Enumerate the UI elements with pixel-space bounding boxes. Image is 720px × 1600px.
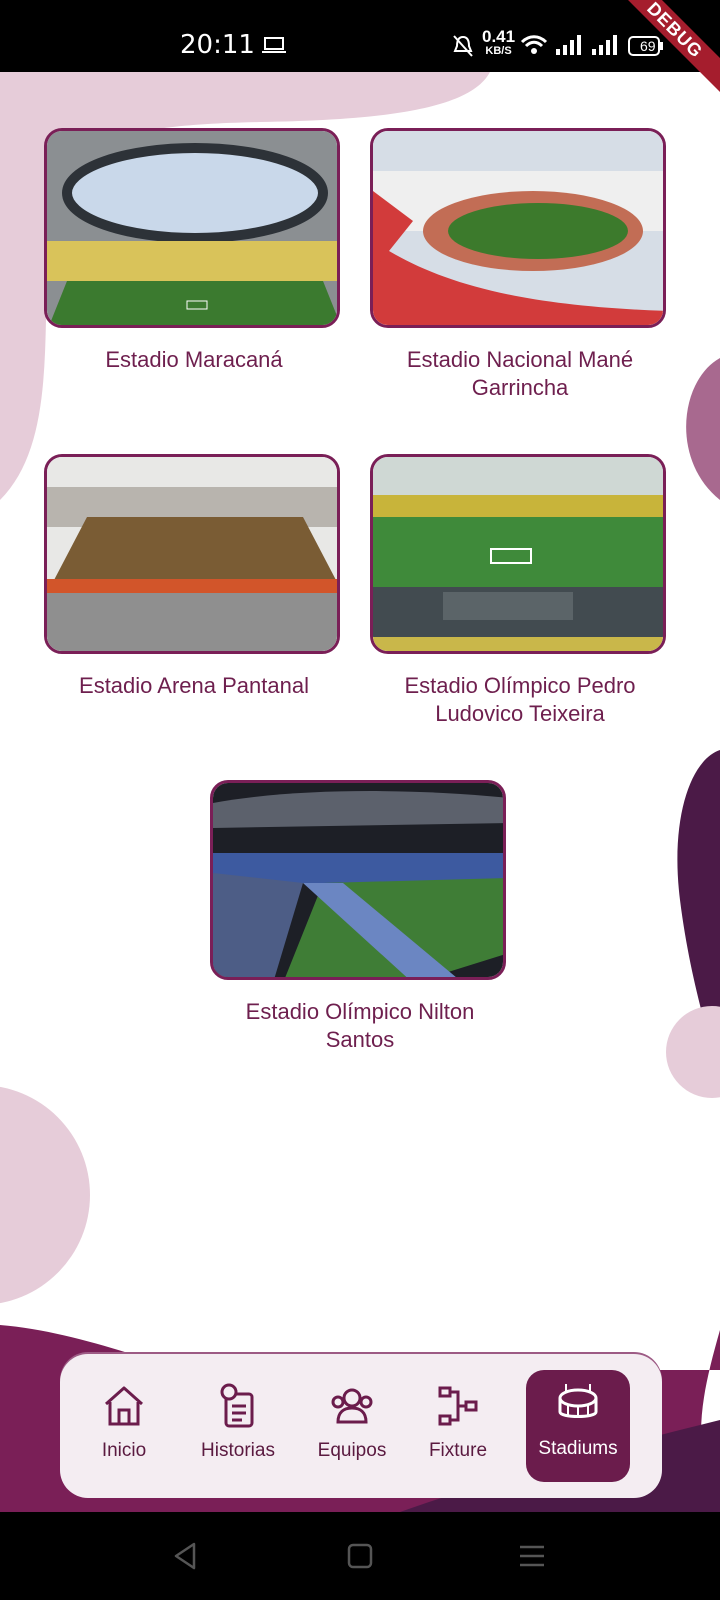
mute-bell-icon xyxy=(453,35,473,57)
home-button-icon[interactable] xyxy=(346,1542,374,1570)
stadium-card[interactable]: Estadio Maracaná xyxy=(44,128,344,374)
stadium-photo[interactable] xyxy=(370,128,666,328)
wifi-icon xyxy=(520,35,548,54)
bottom-nav: Inicio Historias Equipos Fixture Stadium… xyxy=(60,1354,662,1498)
status-time: 20:11 xyxy=(180,30,255,60)
nav-label: Inicio xyxy=(101,1440,147,1461)
stadium-icon xyxy=(558,1384,598,1418)
stadium-name: Estadio Nacional Mané Garrincha xyxy=(406,347,634,400)
nav-label: Historias xyxy=(201,1440,275,1461)
signal-icon xyxy=(556,35,581,55)
nav-label: Equipos xyxy=(317,1440,387,1461)
stadium-photo[interactable] xyxy=(210,780,506,980)
net-speed: 0.41 KB/S xyxy=(482,27,516,58)
stadium-card[interactable]: Estadio Arena Pantanal xyxy=(44,454,344,700)
bracket-icon xyxy=(438,1386,478,1426)
stadium-card[interactable]: Estadio Nacional Mané Garrincha xyxy=(370,128,670,402)
stadium-photo[interactable] xyxy=(370,454,666,654)
stadium-name: Estadio Arena Pantanal xyxy=(79,673,309,698)
nav-item-inicio[interactable]: Inicio xyxy=(72,1372,176,1480)
history-icon xyxy=(220,1383,254,1428)
stadium-name: Estadio Olímpico Pedro Ludovico Teixeira xyxy=(404,673,636,726)
stadium-photo[interactable] xyxy=(44,454,340,654)
nav-item-historias[interactable]: Historias xyxy=(186,1372,290,1480)
nav-item-equipos[interactable]: Equipos xyxy=(300,1372,404,1480)
stadium-photo[interactable] xyxy=(44,128,340,328)
stadium-card[interactable]: Estadio Olímpico Nilton Santos xyxy=(210,780,510,1054)
system-nav-bar xyxy=(0,1512,720,1600)
net-speed-unit: KB/S xyxy=(485,45,512,57)
signal-2-icon xyxy=(592,35,617,55)
nav-item-fixture[interactable]: Fixture xyxy=(406,1372,510,1480)
battery-level: 69 xyxy=(640,38,656,54)
net-speed-value: 0.41 xyxy=(482,27,516,46)
stadium-name: Estadio Olímpico Nilton Santos xyxy=(245,999,475,1052)
laptop-icon xyxy=(262,37,286,53)
nav-item-stadiums[interactable]: Stadiums xyxy=(526,1370,630,1482)
stadium-card[interactable]: Estadio Olímpico Pedro Ludovico Teixeira xyxy=(370,454,670,728)
stadium-name: Estadio Maracaná xyxy=(105,347,283,372)
teams-icon xyxy=(331,1388,373,1424)
nav-label: Stadiums xyxy=(538,1438,618,1459)
back-icon[interactable] xyxy=(172,1542,200,1570)
recents-icon[interactable] xyxy=(518,1542,546,1570)
nav-label: Fixture xyxy=(428,1440,488,1461)
home-icon xyxy=(105,1386,143,1426)
status-bar: 20:11 0.41 KB/S 69 xyxy=(0,0,720,72)
